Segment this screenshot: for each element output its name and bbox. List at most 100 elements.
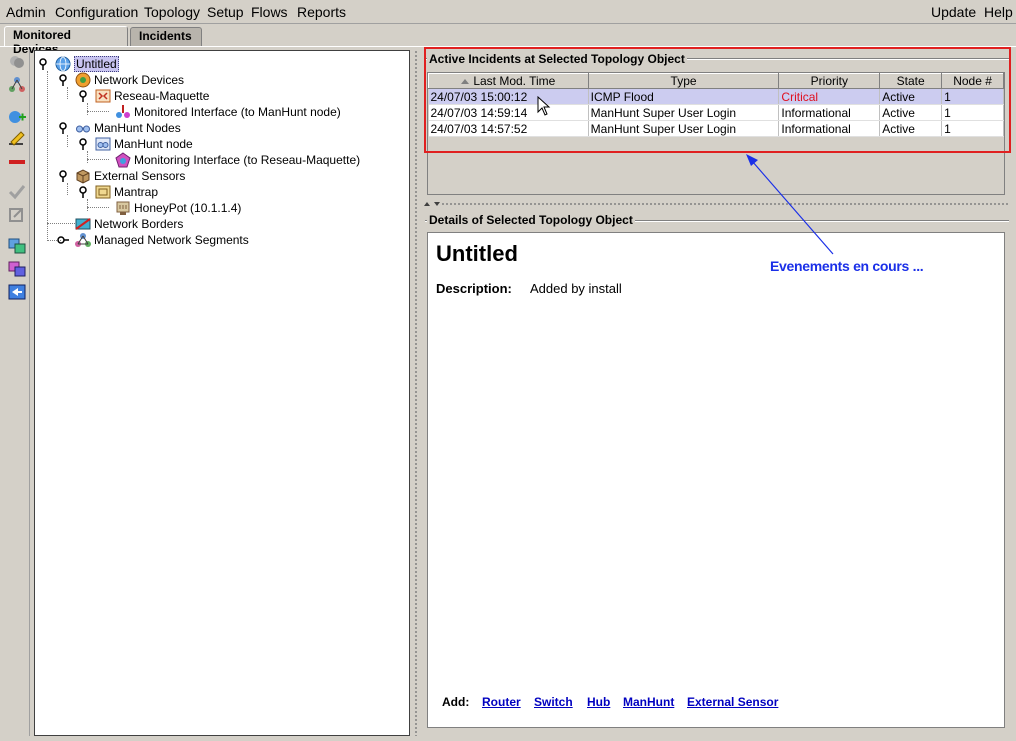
edit-pencil-icon[interactable] — [7, 130, 27, 148]
column-header-time[interactable]: Last Mod. Time — [428, 73, 589, 89]
expand-toggle-icon[interactable] — [78, 90, 88, 102]
tree-node-monitoring-interface[interactable]: Monitoring Interface (to Reseau-Maquette… — [115, 152, 360, 168]
tree-node-label: ManHunt node — [114, 137, 193, 151]
menu-reports[interactable]: Reports — [297, 4, 346, 20]
tree-node-label: ManHunt Nodes — [94, 121, 181, 135]
tree-node-label: External Sensors — [94, 169, 186, 183]
cell-priority: Informational — [778, 104, 881, 121]
column-header-label: Last Mod. Time — [473, 74, 556, 88]
cell-time: 24/07/03 14:57:52 — [428, 120, 589, 137]
expand-toggle-icon[interactable] — [58, 74, 68, 86]
network-tool-icon[interactable] — [7, 53, 27, 71]
expand-toggle-icon[interactable] — [38, 58, 48, 70]
table-row[interactable]: 24/07/03 14:57:52 ManHunt Super User Log… — [428, 120, 1004, 137]
menu-topology[interactable]: Topology — [144, 4, 200, 20]
column-header-type[interactable]: Type — [587, 73, 780, 89]
delete-minus-icon[interactable] — [7, 153, 27, 171]
tree-connector — [87, 199, 88, 211]
tree-connector — [47, 223, 75, 224]
tree-node-label: Monitoring Interface (to Reseau-Maquette… — [134, 153, 361, 167]
mantrap-icon — [95, 185, 111, 199]
column-header-node[interactable]: Node # — [941, 73, 1004, 89]
tree-connector — [87, 207, 109, 208]
add-label: Add: — [442, 695, 470, 709]
group-node-icon[interactable] — [7, 260, 27, 278]
expand-toggle-icon[interactable] — [78, 138, 88, 150]
object-name: Untitled — [436, 241, 518, 266]
table-row[interactable]: 24/07/03 14:59:14 ManHunt Super User Log… — [428, 104, 1004, 121]
vertical-toolbar — [4, 50, 30, 736]
tree-node-label: HoneyPot (10.1.1.4) — [134, 201, 242, 215]
tree-connector — [87, 103, 88, 115]
mouse-cursor-icon — [537, 96, 551, 116]
expand-toggle-icon[interactable] — [58, 122, 68, 134]
add-external-sensor-link[interactable]: External Sensor — [687, 695, 778, 709]
cell-type: ICMP Flood — [588, 88, 780, 105]
tree-node-monitored-interface[interactable]: Monitored Interface (to ManHunt node) — [115, 104, 341, 120]
tree-node-manhunt-nodes[interactable]: ManHunt Nodes — [75, 120, 181, 136]
horizontal-splitter[interactable] — [421, 200, 1011, 208]
table-row[interactable]: 24/07/03 15:00:12 ICMP Flood Critical Ac… — [428, 88, 1004, 105]
tab-incidents[interactable]: Incidents — [130, 27, 202, 46]
menu-bar: Admin Configuration Topology Setup Flows… — [0, 0, 1016, 24]
tree-node-manhunt-node[interactable]: ManHunt node — [95, 136, 193, 152]
tree-node-label: Mantrap — [114, 185, 159, 199]
tree-node-mantrap[interactable]: Mantrap — [95, 184, 158, 200]
add-router-link[interactable]: Router — [482, 695, 521, 709]
tree-node-root[interactable]: Untitled — [55, 56, 119, 72]
check-icon[interactable] — [7, 183, 27, 201]
interface-icon — [116, 105, 130, 118]
tab-monitored-devices[interactable]: Monitored Devices — [4, 26, 128, 56]
add-object-icon[interactable] — [7, 108, 27, 126]
menu-admin[interactable]: Admin — [6, 4, 46, 20]
splitter-grip — [441, 202, 1009, 206]
collapsed-toggle-icon[interactable] — [57, 235, 69, 245]
add-manhunt-link[interactable]: ManHunt — [623, 695, 674, 709]
sort-ascending-icon — [461, 79, 470, 85]
details-title: Details of Selected Topology Object — [427, 213, 635, 227]
description-label: Description: — [436, 281, 512, 296]
cell-time: 24/07/03 14:59:14 — [428, 104, 589, 121]
menu-help[interactable]: Help — [984, 4, 1013, 20]
import-icon[interactable] — [7, 283, 27, 301]
expand-toggle-icon[interactable] — [78, 186, 88, 198]
tree-node-network-borders[interactable]: Network Borders — [75, 216, 183, 232]
tree-node-managed-segments[interactable]: Managed Network Segments — [75, 232, 249, 248]
collapse-arrows-icon[interactable] — [423, 201, 443, 207]
column-header-state[interactable]: State — [879, 73, 943, 89]
honeypot-icon — [116, 201, 130, 215]
copy-node-icon[interactable] — [7, 237, 27, 255]
network-devices-icon — [75, 72, 91, 88]
menu-configuration[interactable]: Configuration — [55, 4, 138, 20]
details-panel: Untitled Description: Added by install A… — [427, 232, 1005, 728]
tree-node-external-sensors[interactable]: External Sensors — [75, 168, 185, 184]
column-header-priority[interactable]: Priority — [778, 73, 881, 89]
add-switch-link[interactable]: Switch — [534, 695, 573, 709]
menu-flows[interactable]: Flows — [251, 4, 288, 20]
tree-connector — [87, 159, 109, 160]
tree-connector — [67, 135, 68, 147]
globe-icon — [55, 56, 71, 72]
tab-divider — [0, 46, 1016, 47]
tree-node-network-devices[interactable]: Network Devices — [75, 72, 184, 88]
cell-node: 1 — [941, 104, 1004, 121]
menu-update[interactable]: Update — [931, 4, 976, 20]
incidents-table-container: Last Mod. Time Type Priority State Node … — [427, 72, 1005, 195]
network-border-icon — [75, 218, 91, 230]
expand-toggle-icon[interactable] — [58, 170, 68, 182]
vertical-splitter[interactable] — [412, 50, 420, 736]
topology-tool-icon[interactable] — [7, 76, 27, 94]
cell-priority: Critical — [778, 88, 881, 105]
tree-connector — [87, 151, 88, 163]
monitoring-interface-icon — [115, 152, 131, 168]
tree-connector — [47, 71, 48, 241]
tree-node-honeypot[interactable]: HoneyPot (10.1.1.4) — [115, 200, 241, 216]
annotation-text: Evenements en cours ... — [770, 258, 924, 274]
export-icon[interactable] — [7, 206, 27, 224]
incidents-title: Active Incidents at Selected Topology Ob… — [427, 52, 687, 66]
cell-type: ManHunt Super User Login — [588, 120, 780, 137]
menu-setup[interactable]: Setup — [207, 4, 244, 20]
description-value: Added by install — [530, 281, 622, 296]
add-hub-link[interactable]: Hub — [587, 695, 610, 709]
tree-node-reseau-maquette[interactable]: Reseau-Maquette — [95, 88, 209, 104]
